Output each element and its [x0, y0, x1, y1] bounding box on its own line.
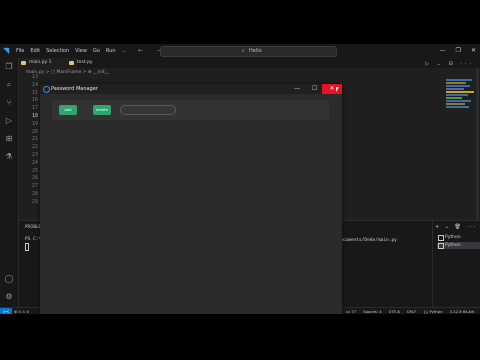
line-number: 28 — [31, 190, 38, 197]
letterbox-top — [0, 0, 480, 44]
menu-more[interactable]: ... — [122, 48, 127, 54]
line-number: 17 — [31, 105, 38, 112]
minimap-line — [446, 79, 472, 81]
python-file-icon — [21, 61, 26, 65]
line-number: 25 — [31, 167, 38, 174]
line-number-gutter: 13 14 15 16 17 18 19 20 21 22 23 24 25 2… — [22, 74, 38, 207]
activity-bar: ❐ ⌕ ⑂ ▷ ⊞ ⚗ ◯ ⚙ — [0, 58, 19, 314]
line-number: 26 — [31, 175, 38, 182]
panel-toolbar[interactable]: + ⌄ 🗑 ··· — [435, 224, 477, 230]
password-manager-window: Password Manager — ☐ ✕ add delete — [40, 84, 342, 314]
run-debug-icon[interactable]: ▷ — [4, 116, 14, 126]
python-file-icon — [69, 61, 74, 65]
app-icon — [43, 86, 50, 93]
minimap-line — [446, 106, 469, 108]
menu-view[interactable]: View — [75, 48, 87, 54]
minimize-button[interactable]: — — [440, 47, 446, 54]
breadcrumb[interactable]: main.py > ▢ MainFrame > ⊕ __init__ — [26, 70, 109, 75]
command-center-search[interactable]: ⌕ Hello — [160, 46, 337, 57]
menu-selection[interactable]: Selection — [46, 48, 69, 54]
app-title-bar[interactable]: Password Manager — ☐ ✕ — [40, 84, 342, 94]
search-icon: ⌕ — [242, 48, 245, 54]
testing-icon[interactable]: ⚗ — [4, 152, 14, 162]
delete-button[interactable]: delete — [93, 105, 111, 115]
title-bar: ◥ File Edit Selection View Go Run ... ← … — [0, 44, 480, 58]
line-number: 21 — [31, 136, 38, 143]
line-number: 22 — [31, 144, 38, 151]
close-button[interactable]: ✕ — [471, 47, 476, 54]
minimap-line — [446, 82, 466, 84]
search-icon[interactable]: ⌕ — [4, 80, 14, 90]
terminal-prompt: PS C:\ — [25, 237, 42, 242]
tab-test-py[interactable]: test.py — [67, 58, 117, 68]
line-number: 16 — [31, 97, 38, 104]
add-button[interactable]: add — [59, 105, 77, 115]
app-title: Password Manager — [51, 86, 98, 92]
minimap-line — [446, 88, 464, 90]
minimap-line — [446, 91, 474, 93]
line-number: 24 — [31, 159, 38, 166]
menu-file[interactable]: File — [16, 48, 24, 54]
menu-run[interactable]: Run — [106, 48, 116, 54]
mouse-pointer-icon — [336, 87, 339, 92]
minimap-line — [446, 97, 462, 99]
app-minimize-button[interactable]: — — [294, 84, 300, 93]
explorer-icon[interactable]: ❐ — [4, 62, 14, 72]
minimap-line — [446, 94, 468, 96]
maximize-button[interactable]: ❐ — [456, 47, 461, 54]
line-number: 14 — [31, 81, 38, 88]
menu-bar: File Edit Selection View Go Run ... — [16, 48, 126, 54]
line-number: 19 — [31, 120, 38, 127]
line-number: 15 — [31, 89, 38, 96]
minimap-line — [446, 85, 470, 87]
line-number-current: 18 — [31, 112, 38, 119]
editor-actions[interactable]: ▷ ⌄ ⊟ ··· — [425, 61, 474, 67]
terminal-cursor — [25, 243, 29, 251]
terminal-icon — [438, 235, 444, 241]
app-close-button[interactable]: ✕ — [322, 84, 342, 94]
vscode-logo-icon: ◥ — [3, 46, 10, 55]
minimap[interactable] — [446, 78, 476, 118]
app-maximize-button[interactable]: ☐ — [312, 84, 317, 93]
terminal-item-python[interactable]: Python — [437, 234, 480, 241]
line-number: 13 — [31, 74, 38, 80]
line-number: 23 — [31, 151, 38, 158]
terminal-item-python-selected[interactable]: Python — [437, 242, 480, 249]
command-center-text: Hello — [249, 48, 262, 54]
terminal-icon — [438, 243, 444, 249]
settings-gear-icon[interactable]: ⚙ — [4, 292, 14, 302]
menu-edit[interactable]: Edit — [30, 48, 40, 54]
line-number: 29 — [31, 198, 38, 205]
line-number: 27 — [31, 183, 38, 190]
menu-go[interactable]: Go — [93, 48, 100, 54]
tab-label: main.py 1 — [29, 60, 52, 65]
minimap-line — [446, 100, 471, 102]
source-control-icon[interactable]: ⑂ — [4, 98, 14, 108]
terminal-item-label: Python — [445, 235, 461, 240]
account-icon[interactable]: ◯ — [4, 274, 14, 284]
editor-tabs: main.py 1 test.py — [19, 58, 480, 68]
terminal-output-path: ocuments/Dede/main.py — [340, 238, 397, 243]
tab-label: test.py — [77, 60, 93, 65]
minimap-line — [446, 103, 465, 105]
extensions-icon[interactable]: ⊞ — [4, 134, 14, 144]
letterbox-bottom — [0, 314, 480, 360]
line-number: 20 — [31, 128, 38, 135]
terminal-item-label: Python — [445, 243, 461, 248]
text-entry[interactable] — [120, 105, 176, 115]
window-controls: — ❐ ✕ — [440, 47, 476, 54]
